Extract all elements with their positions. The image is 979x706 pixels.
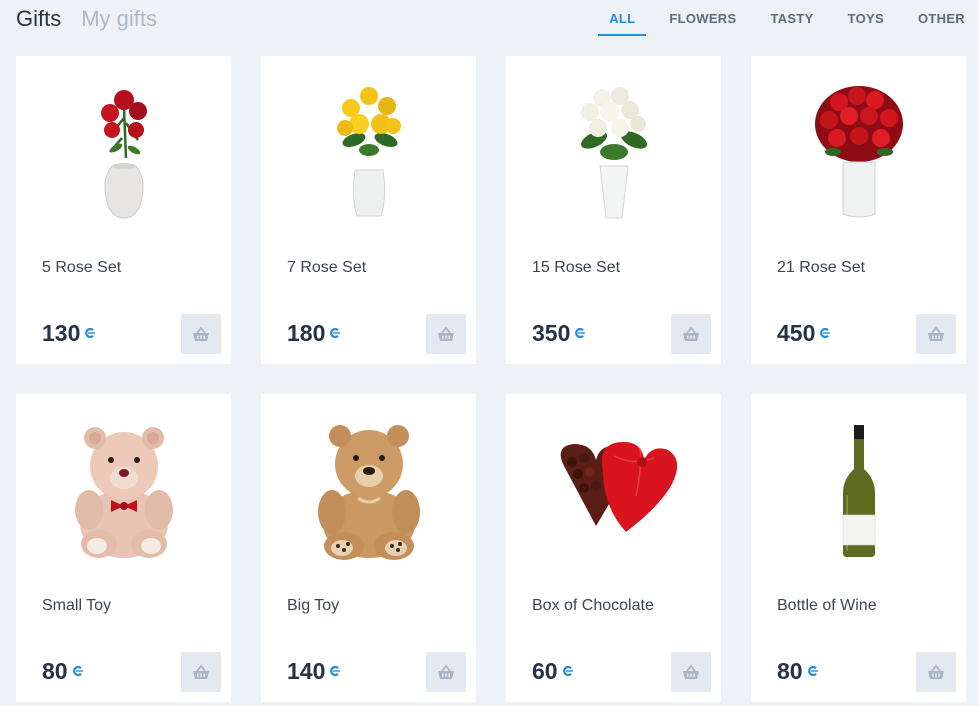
tab-gifts[interactable]: Gifts bbox=[16, 6, 61, 32]
basket-icon bbox=[192, 326, 210, 342]
category-tasty[interactable]: TASTY bbox=[759, 0, 824, 36]
rose-vase-small-icon bbox=[16, 68, 231, 238]
gift-price: 80 bbox=[42, 658, 83, 685]
add-to-cart-button[interactable] bbox=[181, 652, 221, 692]
gift-price: 180 bbox=[287, 320, 341, 347]
big-teddy-bear-icon bbox=[261, 406, 476, 576]
gift-name: Small Toy bbox=[42, 597, 112, 614]
category-other[interactable]: OTHER bbox=[907, 0, 979, 36]
add-to-cart-button[interactable] bbox=[916, 314, 956, 354]
gift-name: 21 Rose Set bbox=[777, 259, 866, 276]
gift-price: 140 bbox=[287, 658, 341, 685]
coin-icon bbox=[330, 327, 341, 338]
basket-icon bbox=[682, 326, 700, 342]
price-value: 80 bbox=[42, 658, 68, 684]
price-value: 180 bbox=[287, 320, 326, 346]
category-tabs: ALL FLOWERS TASTY TOYS OTHER bbox=[592, 0, 979, 40]
gift-card[interactable]: 7 Rose Set 180 bbox=[261, 56, 476, 364]
wine-bottle-icon bbox=[751, 406, 966, 576]
price-value: 450 bbox=[777, 320, 816, 346]
small-teddy-bear-icon bbox=[16, 406, 231, 576]
gift-name: 5 Rose Set bbox=[42, 259, 122, 276]
gift-name: Box of Chocolate bbox=[532, 597, 654, 614]
price-value: 60 bbox=[532, 658, 558, 684]
coin-icon bbox=[820, 327, 831, 338]
gift-price: 350 bbox=[532, 320, 586, 347]
add-to-cart-button[interactable] bbox=[671, 652, 711, 692]
chocolate-heart-box-icon bbox=[506, 406, 721, 576]
price-value: 140 bbox=[287, 658, 326, 684]
add-to-cart-button[interactable] bbox=[181, 314, 221, 354]
gift-name: 15 Rose Set bbox=[532, 259, 621, 276]
add-to-cart-button[interactable] bbox=[426, 652, 466, 692]
add-to-cart-button[interactable] bbox=[426, 314, 466, 354]
coin-icon bbox=[575, 327, 586, 338]
coin-icon bbox=[807, 665, 818, 676]
basket-icon bbox=[927, 326, 945, 342]
category-all[interactable]: ALL bbox=[598, 0, 647, 36]
tab-my-gifts[interactable]: My gifts bbox=[81, 6, 157, 32]
gift-name: Bottle of Wine bbox=[777, 597, 877, 614]
gift-price: 130 bbox=[42, 320, 96, 347]
basket-icon bbox=[927, 664, 945, 680]
category-flowers[interactable]: FLOWERS bbox=[658, 0, 747, 36]
coin-icon bbox=[562, 665, 573, 676]
gift-card[interactable]: Big Toy 140 bbox=[261, 394, 476, 702]
coin-icon bbox=[72, 665, 83, 676]
gift-card[interactable]: Box of Chocolate 60 bbox=[506, 394, 721, 702]
gift-card[interactable]: 21 Rose Set 450 bbox=[751, 56, 966, 364]
gift-grid: 5 Rose Set 130 7 Rose Set 180 15 Rose Se… bbox=[16, 56, 966, 702]
basket-icon bbox=[437, 664, 455, 680]
gift-card[interactable]: 15 Rose Set 350 bbox=[506, 56, 721, 364]
coin-icon bbox=[85, 327, 96, 338]
gift-price: 60 bbox=[532, 658, 573, 685]
basket-icon bbox=[437, 326, 455, 342]
gift-name: Big Toy bbox=[287, 597, 340, 614]
add-to-cart-button[interactable] bbox=[671, 314, 711, 354]
gift-name: 7 Rose Set bbox=[287, 259, 367, 276]
add-to-cart-button[interactable] bbox=[916, 652, 956, 692]
coin-icon bbox=[330, 665, 341, 676]
price-value: 350 bbox=[532, 320, 571, 346]
price-value: 130 bbox=[42, 320, 81, 346]
basket-icon bbox=[192, 664, 210, 680]
header: Gifts My gifts ALL FLOWERS TASTY TOYS OT… bbox=[0, 0, 979, 40]
white-roses-icon bbox=[506, 68, 721, 238]
gift-card[interactable]: 5 Rose Set 130 bbox=[16, 56, 231, 364]
gift-card[interactable]: Small Toy 80 bbox=[16, 394, 231, 702]
price-value: 80 bbox=[777, 658, 803, 684]
basket-icon bbox=[682, 664, 700, 680]
gift-price: 80 bbox=[777, 658, 818, 685]
yellow-roses-icon bbox=[261, 68, 476, 238]
red-roses-bouquet-icon bbox=[751, 68, 966, 238]
category-toys[interactable]: TOYS bbox=[837, 0, 895, 36]
gift-card[interactable]: Bottle of Wine 80 bbox=[751, 394, 966, 702]
gift-price: 450 bbox=[777, 320, 831, 347]
title-tabs: Gifts My gifts bbox=[16, 6, 157, 32]
